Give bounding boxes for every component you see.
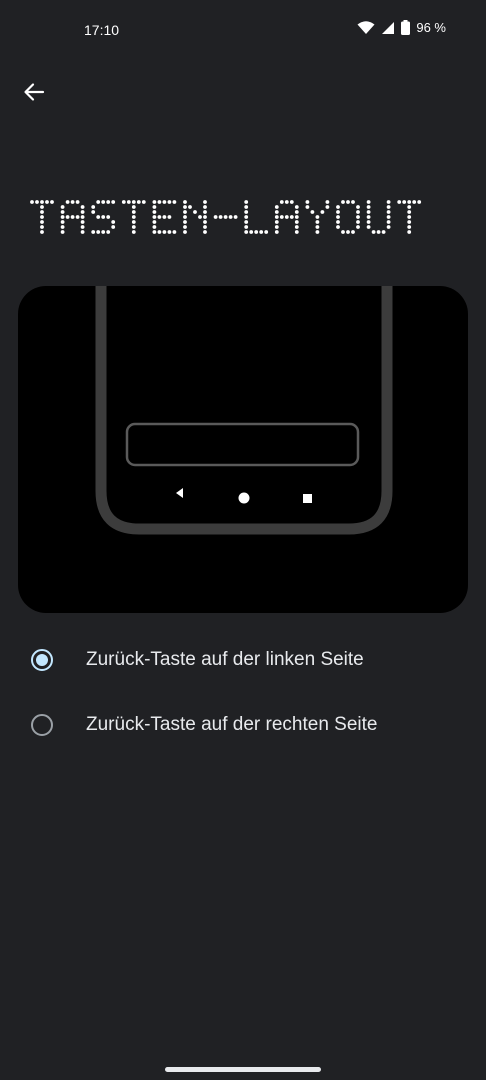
battery-icon xyxy=(401,20,411,35)
option-back-left-label: Zurück-Taste auf der linken Seite xyxy=(86,649,364,670)
status-bar: 17:10 96 % xyxy=(0,0,486,62)
phone-illustration xyxy=(95,286,393,535)
radio-back-left[interactable] xyxy=(31,649,53,671)
recents-square-icon xyxy=(303,494,312,503)
option-back-right-label: Zurück-Taste auf der rechten Seite xyxy=(86,714,378,735)
page-title: TASTEN-LAYOUT xyxy=(30,198,422,242)
arrow-back-icon xyxy=(23,81,45,108)
home-circle-icon xyxy=(238,492,250,504)
option-back-left[interactable]: Zurück-Taste auf der linken Seite xyxy=(0,629,486,691)
wifi-icon xyxy=(357,20,375,35)
page-title-text: TASTEN-LAYOUT xyxy=(30,206,248,237)
status-icons: 96 % xyxy=(357,20,446,35)
option-back-right[interactable]: Zurück-Taste auf der rechten Seite xyxy=(0,694,486,756)
radio-back-right[interactable] xyxy=(31,714,53,736)
back-button[interactable] xyxy=(14,74,54,114)
gesture-bar[interactable] xyxy=(165,1067,321,1072)
layout-illustration xyxy=(18,286,468,613)
input-bar xyxy=(125,422,360,467)
battery-percent: 96 % xyxy=(416,20,446,35)
page-title-dotmatrix: TASTEN-LAYOUT xyxy=(30,200,422,237)
signal-icon xyxy=(381,21,395,35)
back-triangle-icon xyxy=(176,488,183,498)
status-time: 17:10 xyxy=(84,22,120,38)
